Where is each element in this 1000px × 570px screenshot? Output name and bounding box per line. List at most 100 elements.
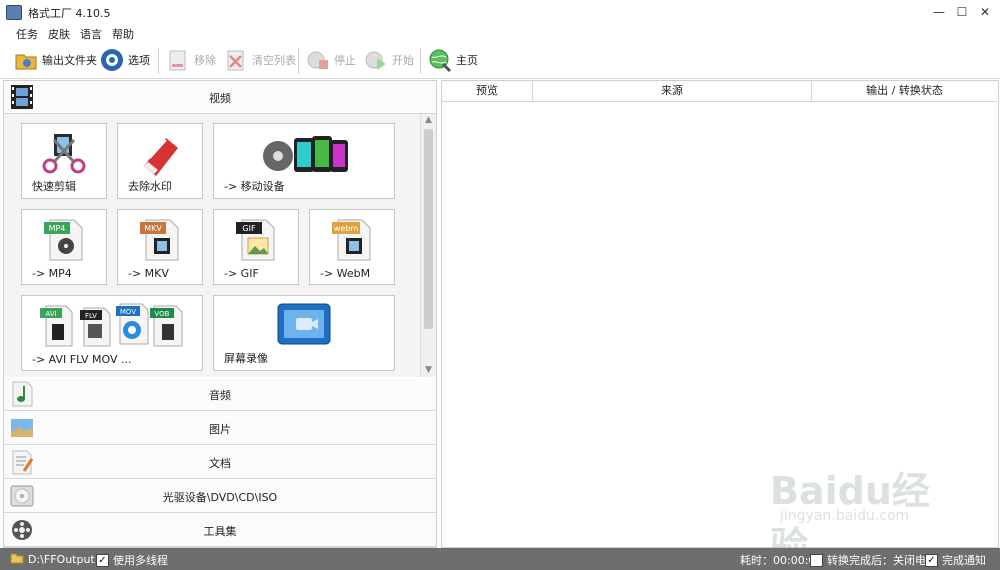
output-path[interactable]: D:\FFOutput	[10, 552, 95, 567]
tiles-scrollbar[interactable]: ▲ ▼	[420, 114, 436, 377]
tile-to-webm[interactable]: webm -> WebM	[309, 209, 395, 285]
notify-checkbox[interactable]: ✓	[925, 553, 938, 567]
category-video[interactable]: 视频	[4, 81, 436, 114]
mobile-devices-icon	[263, 136, 348, 172]
start-icon	[364, 48, 388, 72]
home-globe-icon	[428, 48, 452, 73]
baidu-watermark: Baidu经验 jingyan.baidu.com	[770, 460, 960, 568]
tile-to-mkv-label: -> MKV	[128, 267, 169, 280]
minimize-button[interactable]: —	[928, 3, 950, 21]
category-video-label: 视频	[209, 92, 231, 105]
toolbar-separator	[420, 48, 421, 74]
app-icon	[6, 5, 22, 20]
eraser-icon	[144, 138, 178, 176]
column-source[interactable]: 来源	[533, 81, 812, 102]
gif-file-icon: GIF	[236, 219, 275, 261]
category-panel: 视频 快速剪辑 去除水印 -> 移动设备 MP4 -> MP4 MKV -> M…	[3, 80, 437, 548]
mov-badge: MOV	[120, 308, 136, 316]
start-button[interactable]: 开始	[364, 46, 414, 74]
window-title: 格式工厂 4.10.5	[28, 7, 111, 20]
tile-to-webm-label: -> WebM	[320, 267, 371, 280]
category-image-label: 图片	[209, 423, 231, 436]
menu-task[interactable]: 任务	[16, 26, 38, 42]
mp4-file-icon: MP4	[44, 219, 83, 261]
avi-badge: AVI	[45, 310, 56, 318]
category-image[interactable]: 图片	[4, 412, 436, 445]
tile-remove-watermark-label: 去除水印	[128, 180, 172, 193]
mp4-badge: MP4	[49, 224, 66, 233]
clear-list-icon	[224, 48, 248, 72]
tile-to-mobile[interactable]: -> 移动设备	[213, 123, 395, 199]
screen-record-icon	[277, 303, 331, 345]
home-label: 主页	[456, 54, 478, 67]
notify-toggle[interactable]: ✓ 完成通知	[925, 552, 986, 568]
tile-to-avi-flv-mov[interactable]: AVI FLV MOV VOB -> AVI FLV MOV ...	[21, 295, 203, 371]
tile-screen-record-label: 屏幕录像	[224, 352, 268, 365]
tile-remove-watermark[interactable]: 去除水印	[117, 123, 203, 199]
maximize-button[interactable]: ☐	[951, 3, 973, 21]
mkv-badge: MKV	[144, 224, 162, 233]
options-icon	[100, 48, 124, 72]
after-convert-checkbox[interactable]	[810, 553, 823, 567]
start-label: 开始	[392, 54, 414, 67]
stop-label: 停止	[334, 54, 356, 67]
webm-file-icon: webm	[332, 219, 371, 261]
notify-label: 完成通知	[942, 554, 986, 567]
options-button[interactable]: 选项	[100, 46, 150, 74]
flv-badge: FLV	[85, 312, 97, 320]
tile-screen-record[interactable]: 屏幕录像	[213, 295, 395, 371]
after-convert-toggle[interactable]: 转换完成后：关闭电脑	[810, 552, 937, 568]
output-folder-button[interactable]: 输出文件夹	[14, 46, 97, 74]
clear-list-button[interactable]: 清空列表	[224, 46, 296, 74]
clear-list-label: 清空列表	[252, 54, 296, 67]
after-convert-label: 转换完成后：关闭电脑	[827, 554, 937, 567]
column-output-status[interactable]: 输出 / 转换状态	[812, 81, 997, 102]
column-preview[interactable]: 预览	[442, 81, 533, 102]
category-tools-label: 工具集	[203, 525, 237, 538]
title-bar: 格式工厂 4.10.5 — ☐ ✕	[0, 0, 1000, 24]
video-tiles: 快速剪辑 去除水印 -> 移动设备 MP4 -> MP4 MKV -> MKV …	[4, 114, 420, 377]
menu-help[interactable]: 帮助	[112, 26, 134, 42]
scroll-thumb[interactable]	[424, 129, 433, 329]
folder-icon	[14, 48, 38, 72]
tile-quick-clip-label: 快速剪辑	[32, 180, 76, 193]
tile-to-mobile-label: -> 移动设备	[224, 180, 285, 193]
category-rom-label: 光驱设备\DVD\CD\ISO	[162, 491, 278, 504]
tile-quick-clip[interactable]: 快速剪辑	[21, 123, 107, 199]
toolbar: 输出文件夹 选项 移除 清空列表 停止 开始 主页	[0, 42, 1000, 79]
output-folder-label: 输出文件夹	[42, 54, 97, 67]
vob-badge: VOB	[155, 310, 170, 318]
category-document-label: 文档	[209, 457, 231, 470]
gif-badge: GIF	[242, 224, 256, 233]
remove-icon	[166, 48, 190, 72]
scroll-up-arrow[interactable]: ▲	[421, 114, 436, 127]
category-rom-device[interactable]: 光驱设备\DVD\CD\ISO	[4, 480, 436, 513]
webm-badge: webm	[334, 224, 359, 233]
scissors-film-icon	[42, 134, 86, 174]
options-label: 选项	[128, 54, 150, 67]
stop-button[interactable]: 停止	[306, 46, 356, 74]
remove-button[interactable]: 移除	[166, 46, 216, 74]
menu-skin[interactable]: 皮肤	[48, 26, 70, 42]
tile-to-avi-flv-mov-label: -> AVI FLV MOV ...	[32, 353, 132, 366]
status-bar: D:\FFOutput ✓ 使用多线程 耗时：00:00:00 转换完成后：关闭…	[0, 548, 1000, 570]
multithread-toggle[interactable]: ✓ 使用多线程	[96, 552, 168, 568]
tile-to-mp4-label: -> MP4	[32, 267, 72, 280]
category-document[interactable]: 文档	[4, 446, 436, 479]
close-button[interactable]: ✕	[974, 3, 996, 21]
mkv-file-icon: MKV	[140, 219, 179, 261]
tile-to-mp4[interactable]: MP4 -> MP4	[21, 209, 107, 285]
category-tools[interactable]: 工具集	[4, 514, 436, 547]
multi-format-icon: AVI FLV MOV VOB	[40, 303, 183, 347]
tile-to-gif[interactable]: GIF -> GIF	[213, 209, 299, 285]
tile-to-mkv[interactable]: MKV -> MKV	[117, 209, 203, 285]
menu-language[interactable]: 语言	[80, 26, 102, 42]
menu-bar: 任务 皮肤 语言 帮助	[0, 24, 1000, 42]
toolbar-separator	[298, 48, 299, 74]
category-audio[interactable]: 音频	[4, 378, 436, 411]
folder-small-icon	[10, 552, 24, 567]
multithread-checkbox[interactable]: ✓	[96, 553, 109, 567]
home-button[interactable]: 主页	[428, 46, 478, 74]
tile-to-gif-label: -> GIF	[224, 267, 259, 280]
scroll-down-arrow[interactable]: ▼	[421, 364, 436, 377]
